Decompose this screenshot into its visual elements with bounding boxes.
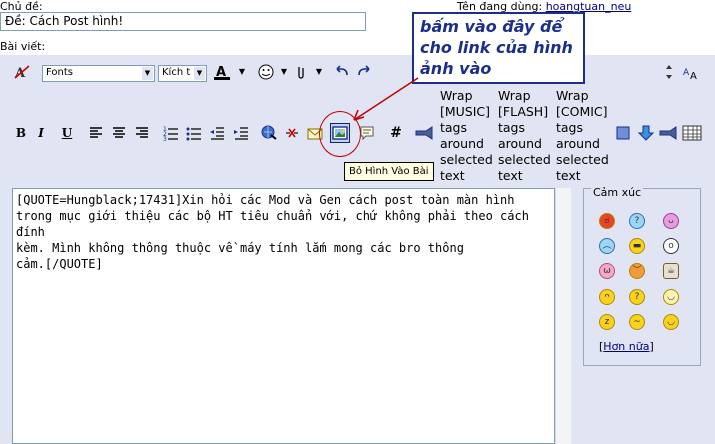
editor-line: cảm.[/QUOTE] [16,257,103,271]
hash-button[interactable]: # [387,124,405,142]
wrap-comic-line: Wrap [556,88,589,103]
annotation-line: cho link của hình [420,38,573,57]
chevron-down-icon[interactable]: ▼ [233,63,251,81]
coffee-icon[interactable]: ☕ [663,263,679,279]
indent-icon[interactable] [232,124,250,142]
smilies-legend: Cảm xúc [591,186,644,199]
size-select[interactable]: Kích t ▼ [158,65,207,82]
annotation-box: bấm vào đây để cho link của hình ảnh vào [412,12,585,84]
editor-line: kèm. Mình không thông thuộc về máy tính … [16,241,464,255]
editor-line: trong mục giới thiệu các bộ HT tiêu chuẩ… [16,209,529,239]
remove-link-icon[interactable] [283,124,301,142]
unordered-list-icon[interactable] [185,124,203,142]
ordered-list-icon[interactable]: 123 [162,124,180,143]
insert-quote-icon[interactable] [358,124,376,142]
editor-scrollbar[interactable] [555,188,571,444]
bold-button[interactable]: B [12,124,30,142]
chevron-down-icon[interactable]: ▼ [310,63,328,81]
editor-line: [QUOTE=Hungblack;17431]Xin hỏi các Mod v… [16,193,515,207]
more-smilies: [Hơn nữa] [599,340,654,353]
wrap-comic-line: selected [556,152,609,167]
resize-icon[interactable] [660,63,678,81]
wrap-music-line: around [440,136,484,151]
italic-button[interactable]: I [32,124,50,142]
text-color-icon[interactable]: A [213,63,231,81]
wrap-flash-line: [FLASH] [498,104,549,119]
wrap-flash-line: selected [498,152,551,167]
wrap-music-label[interactable]: Wrap [MUSIC] tags around selected text [440,88,498,184]
more-smilies-link[interactable]: Hơn nữa [603,340,649,353]
wrap-music-line: tags [440,120,468,135]
cool-smiley-icon[interactable]: ▬ [629,238,645,254]
angel-smiley-icon[interactable]: ◡ [663,289,679,305]
annotation-arrow [353,77,419,121]
sleepy-smiley-icon[interactable]: z [599,314,615,330]
annotation-line: ảnh vào [420,59,492,78]
sigh-smiley-icon[interactable]: ~ [629,314,645,330]
pig-smiley-icon[interactable]: ω [599,263,615,279]
outdent-icon[interactable] [208,124,226,142]
wrap-comic-line: around [556,136,600,151]
post-editor-textarea[interactable]: [QUOTE=Hungblack;17431]Xin hỏi các Mod v… [12,188,555,444]
wrap-flash-label[interactable]: Wrap [FLASH] tags around selected text [498,88,556,184]
table-icon[interactable] [682,124,702,142]
huh-smiley-icon[interactable]: ? [629,289,645,305]
wrap-flash-line: text [498,168,523,183]
wrap-music-line: [MUSIC] [440,104,491,119]
wrap-comic-line: [COMIC] [556,104,608,119]
chevron-down-icon[interactable]: ▼ [275,63,293,81]
wrap-music-line: selected [440,152,493,167]
annotation-line: bấm vào đây để [420,17,563,36]
wrap-flash-line: Wrap [498,88,531,103]
wrap-comic-label[interactable]: Wrap [COMIC] tags around selected text [556,88,614,184]
frown-smiley-icon[interactable]: ︵ [599,238,615,254]
mad-smiley-icon[interactable]: ಠ [599,213,615,229]
attachment-icon[interactable] [292,63,310,81]
chevron-down-icon: ▼ [142,67,153,80]
wrap-comic-line: text [556,168,581,183]
underline-button[interactable]: U [58,124,76,142]
download-arrow-icon[interactable] [637,124,655,142]
svg-text:A: A [690,71,697,81]
thinking-smiley-icon[interactable]: ᴖ [599,289,615,305]
insert-link-icon[interactable] [260,124,278,142]
font-select[interactable]: Fonts ▼ [42,65,155,82]
remove-format-icon[interactable]: A [13,63,31,81]
wrap-music-line: text [440,168,465,183]
size-select-value: Kích t [162,67,191,78]
align-left-icon[interactable] [87,124,105,142]
svg-text:A: A [683,68,690,78]
box-icon[interactable] [614,124,632,142]
wrap-flash-line: tags [498,120,526,135]
wrap-comic-line: tags [556,120,584,135]
font-select-value: Fonts [46,67,73,78]
svg-text:3: 3 [163,136,167,142]
smiley-menu-icon[interactable] [257,63,275,81]
align-center-icon[interactable] [110,124,128,142]
more-bracket-close: ] [649,340,654,353]
subject-input[interactable]: Đề: Cách Post hình! [0,12,366,31]
wrap-music-icon[interactable] [414,124,433,142]
wrap-music-line: Wrap [440,88,473,103]
confused-smiley-icon[interactable]: ? [629,213,645,229]
tooltip: Bỏ Hình Vào Bài [344,162,434,181]
tongue-smiley-icon[interactable]: ᴗ [663,213,679,229]
wrap-flash-line: around [498,136,542,151]
post-label: Bài viết: [0,40,46,53]
wave-smiley-icon[interactable]: ◡ [663,314,679,330]
align-right-icon[interactable] [133,124,151,142]
media-icon[interactable] [658,124,677,142]
switch-mode-icon[interactable]: AA [682,63,700,82]
angry-smiley-icon[interactable]: ︶ [629,263,645,279]
chevron-down-icon: ▼ [194,67,205,80]
eek-smiley-icon[interactable]: o [663,238,679,254]
